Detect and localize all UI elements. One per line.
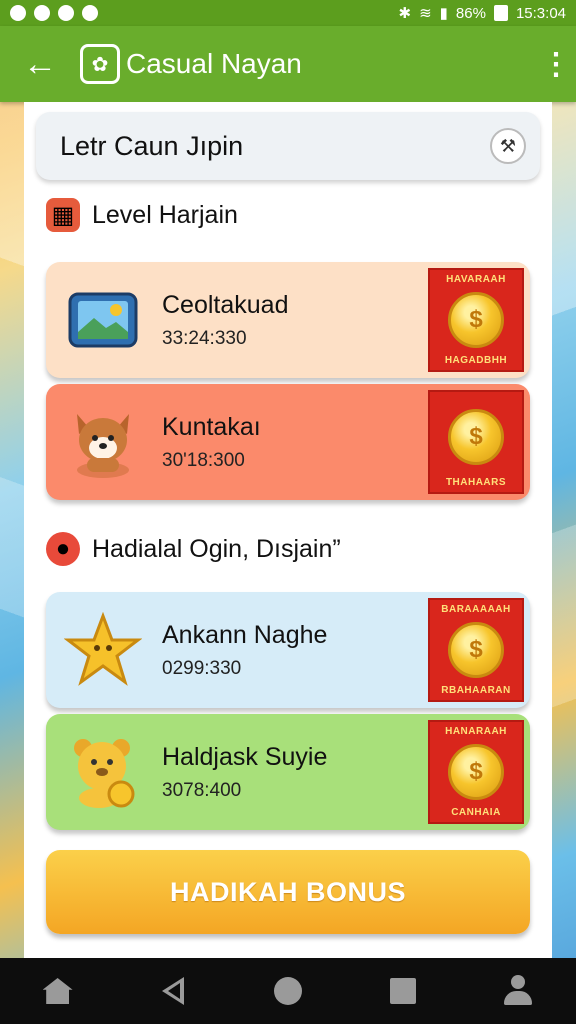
reward-label-top: HANARAAH <box>445 726 507 737</box>
star-icon <box>46 592 160 708</box>
notification-icon <box>34 5 50 21</box>
card-name: Haldjask Suyie <box>162 742 328 771</box>
card-text: Ankann Naghe 0299:330 <box>160 621 428 680</box>
section-level: ▦ Level Harjain <box>46 198 238 232</box>
section-title: Hadialal Ogin, Dısjain” <box>92 534 341 563</box>
reward-label-bottom: RBAHAARAN <box>441 685 511 696</box>
list-item[interactable]: Kuntakaı 30'18:300 $ THAHAARS <box>46 384 530 500</box>
blocks-icon: ▦ <box>46 198 80 232</box>
bonus-button[interactable]: HADIKAH BONUS <box>46 850 530 934</box>
reward-badge[interactable]: HAVARAAH $ HAGADBHH <box>428 268 524 372</box>
list-item[interactable]: Ankann Naghe 0299:330 BARAAAAAH $ RBAHAA… <box>46 592 530 708</box>
notification-icon <box>10 5 26 21</box>
coin-icon: $ <box>448 744 504 800</box>
home-circle-icon[interactable] <box>258 961 318 1021</box>
battery-icon <box>493 5 508 21</box>
notification-icon <box>82 5 98 21</box>
search-bar[interactable]: Letr Caun Jıpin ⚒ <box>36 112 540 180</box>
section-title: Level Harjain <box>92 200 238 229</box>
reward-label-top: BARAAAAAH <box>441 604 511 615</box>
reward-label-bottom: HAGADBHH <box>444 355 508 366</box>
card-name: Ceoltakuad <box>162 290 289 319</box>
notification-icon <box>58 5 74 21</box>
app-logo-icon: ✿ <box>80 44 120 84</box>
battery-percent: 86% <box>455 4 486 22</box>
reward-label-bottom: THAHAARS <box>445 477 507 488</box>
status-right: ✱ ≋ ▮ 86% 15:3:04 <box>398 4 567 23</box>
dog-icon <box>46 384 160 500</box>
card-text: Kuntakaı 30'18:300 <box>160 413 428 472</box>
more-options-icon[interactable]: ⋮ <box>536 26 576 102</box>
content-panel: Letr Caun Jıpin ⚒ ▦ Level Harjain Ceolta… <box>24 102 552 958</box>
section-daily: ● Hadialal Ogin, Dısjain” <box>46 532 341 566</box>
hammer-icon[interactable]: ⚒ <box>490 128 526 164</box>
card-text: Ceoltakuad 33:24:330 <box>160 291 428 350</box>
list-item[interactable]: Ceoltakuad 33:24:330 HAVARAAH $ HAGADBHH <box>46 262 530 378</box>
reward-badge[interactable]: BARAAAAAH $ RBAHAARAN <box>428 598 524 702</box>
card-time: 0299:330 <box>162 657 242 679</box>
reward-badge[interactable]: $ THAHAARS <box>428 390 524 494</box>
apple-icon: ● <box>46 532 80 566</box>
card-time: 3078:400 <box>162 779 242 801</box>
card-text: Haldjask Suyie 3078:400 <box>160 743 428 802</box>
card-name: Kuntakaı <box>162 412 261 441</box>
coin-icon: $ <box>448 408 504 465</box>
system-nav-bar <box>0 958 576 1024</box>
app-title: Casual Nayan <box>126 48 302 79</box>
app-bar: ← ✿ Casual Nayan ⋮ <box>0 26 576 102</box>
clock: 15:3:04 <box>515 4 566 22</box>
home-icon[interactable] <box>28 961 88 1021</box>
back-arrow-icon[interactable]: ← <box>0 26 80 102</box>
status-icons <box>10 5 98 21</box>
card-time: 30'18:300 <box>162 449 245 471</box>
list-item[interactable]: Haldjask Suyie 3078:400 HANARAAH $ CANHA… <box>46 714 530 830</box>
status-bar: ✱ ≋ ▮ 86% 15:3:04 <box>0 0 576 26</box>
card-time: 33:24:330 <box>162 327 247 349</box>
reward-label-top: HAVARAAH <box>446 274 506 285</box>
search-input[interactable]: Letr Caun Jıpin <box>60 131 490 162</box>
coin-icon: $ <box>448 622 504 678</box>
signal-icon: ▮ <box>439 5 448 22</box>
card-name: Ankann Naghe <box>162 620 328 649</box>
tablet-icon <box>46 262 160 378</box>
back-icon[interactable] <box>143 961 203 1021</box>
profile-icon[interactable] <box>488 961 548 1021</box>
bear-icon <box>46 714 160 830</box>
recents-icon[interactable] <box>373 961 433 1021</box>
bluetooth-icon: ✱ <box>398 5 412 22</box>
reward-badge[interactable]: HANARAAH $ CANHAIA <box>428 720 524 824</box>
coin-icon: $ <box>448 292 504 348</box>
reward-label-bottom: CANHAIA <box>451 807 501 818</box>
wifi-icon: ≋ <box>419 5 432 22</box>
